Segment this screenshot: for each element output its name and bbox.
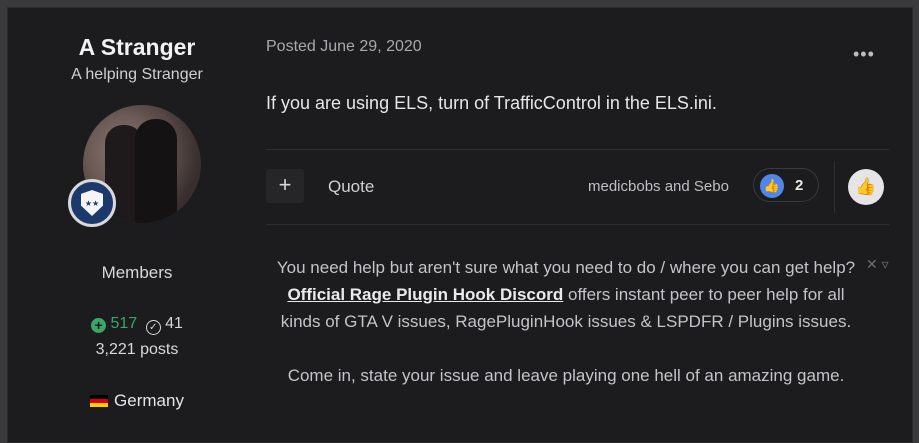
post-card: A Stranger A helping Stranger ★★ Members… <box>7 7 913 443</box>
rank-badge-icon[interactable]: ★★ <box>68 179 116 227</box>
quote-button[interactable]: Quote <box>328 177 374 197</box>
country-name: Germany <box>114 391 184 410</box>
author-name[interactable]: A Stranger <box>8 34 266 61</box>
multiquote-button[interactable]: + <box>266 169 304 203</box>
chevron-down-icon[interactable]: ▿ <box>882 256 889 272</box>
signature-notice: You need help but aren't sure what you n… <box>266 254 866 389</box>
discord-link[interactable]: Official Rage Plugin Hook Discord <box>287 285 563 304</box>
reputation-count: 517 <box>110 315 138 332</box>
solutions-count: 41 <box>165 315 183 332</box>
reaction-users[interactable]: medicbobs and Sebo <box>588 178 729 195</box>
post-body: If you are using ELS, turn of TrafficCon… <box>266 93 717 113</box>
reputation-plus-icon: + <box>91 318 107 333</box>
member-group: Members <box>101 263 173 282</box>
post-count: 3,221 posts <box>95 341 179 358</box>
country: Germany <box>8 391 266 411</box>
avatar-figure <box>135 119 177 223</box>
ellipsis-icon[interactable]: ••• <box>853 44 875 65</box>
germany-flag-icon <box>90 395 109 407</box>
reaction-count: 2 <box>795 177 804 194</box>
member-stats: + 517 ✓ 41 <box>8 315 266 335</box>
divider <box>266 224 889 225</box>
author-title: A helping Stranger <box>71 66 203 83</box>
notice-line: Come in, state your issue and leave play… <box>287 366 845 385</box>
post-date[interactable]: Posted June 29, 2020 <box>266 38 422 56</box>
police-shield-icon: ★★ <box>81 190 103 216</box>
close-icon[interactable]: ✕ <box>866 256 878 272</box>
divider <box>266 149 889 150</box>
thumbs-up-icon: 👍 <box>760 174 784 198</box>
notice-line: Official Rage Plugin Hook Discord offers… <box>266 281 866 335</box>
solution-check-icon: ✓ <box>145 320 161 335</box>
reaction-summary[interactable]: 👍 2 <box>753 168 819 202</box>
notice-controls: ✕ ▿ <box>866 256 889 273</box>
notice-line: You need help but aren't sure what you n… <box>276 258 856 277</box>
react-button[interactable]: 👍 <box>848 169 884 205</box>
divider <box>834 161 835 213</box>
author-panel: A Stranger A helping Stranger ★★ Members… <box>8 8 266 442</box>
